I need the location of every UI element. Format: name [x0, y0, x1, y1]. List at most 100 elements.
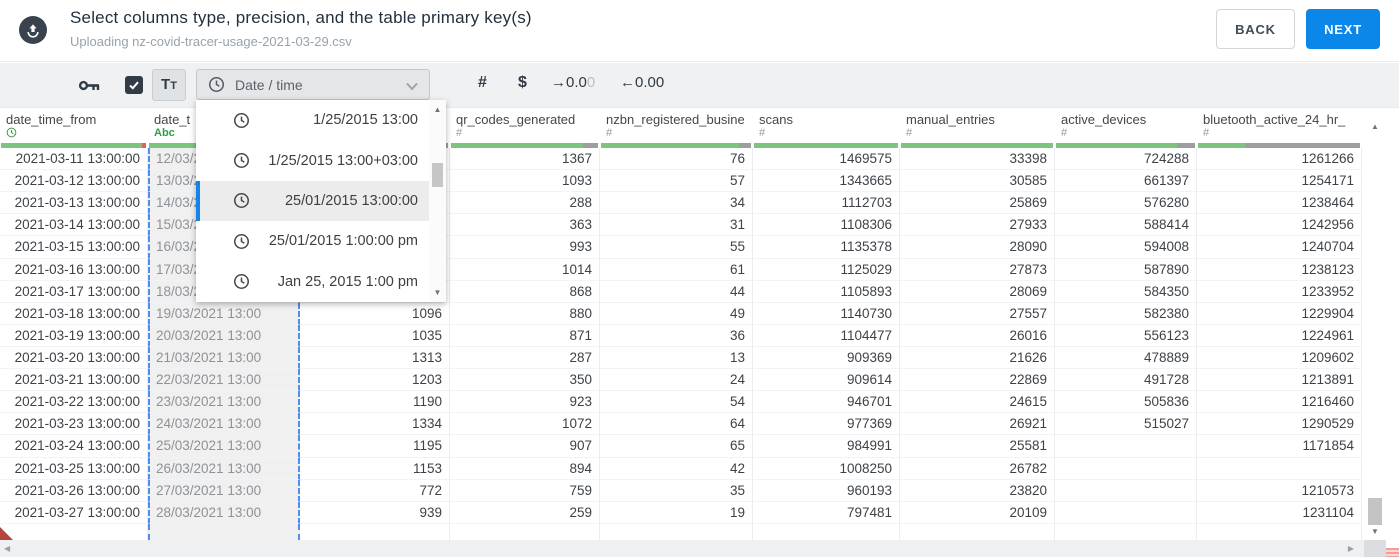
table-cell[interactable]: 2021-03-13 13:00:00	[0, 192, 148, 215]
decrease-decimal-button[interactable]: ←0.00	[620, 74, 664, 91]
column-header-date_time_from[interactable]: date_time_from	[0, 110, 148, 148]
table-cell[interactable]: 21/03/2021 13:00	[148, 346, 300, 370]
table-cell[interactable]: 797481	[753, 501, 900, 524]
scroll-down-icon[interactable]: ▼	[1364, 527, 1386, 536]
table-cell[interactable]: 2021-03-14 13:00:00	[0, 214, 148, 237]
table-cell[interactable]: 759	[450, 479, 600, 502]
table-cell[interactable]: 1290529	[1197, 413, 1362, 436]
table-cell[interactable]: 30585	[900, 170, 1055, 193]
table-cell[interactable]: 54	[600, 391, 753, 414]
table-cell[interactable]: 13	[600, 346, 753, 370]
table-cell[interactable]: 19	[600, 501, 753, 524]
scroll-right-icon[interactable]: ▶	[1348, 544, 1354, 553]
table-cell[interactable]: 64	[600, 413, 753, 436]
table-cell[interactable]: 1190	[300, 391, 450, 414]
table-cell[interactable]: 1203	[300, 369, 450, 392]
column-header-active_devices[interactable]: active_devices #	[1055, 110, 1197, 148]
integer-type-button[interactable]: #	[478, 74, 487, 92]
table-cell[interactable]: 350	[450, 369, 600, 392]
table-cell[interactable]: 26921	[900, 413, 1055, 436]
table-cell[interactable]: 26016	[900, 324, 1055, 347]
dropdown-scrollbar-thumb[interactable]	[432, 163, 443, 187]
scroll-left-icon[interactable]: ◀	[4, 544, 10, 553]
table-cell[interactable]: 960193	[753, 479, 900, 502]
next-button[interactable]: NEXT	[1306, 9, 1380, 49]
table-cell[interactable]: 20/03/2021 13:00	[148, 324, 300, 347]
table-cell[interactable]: 22/03/2021 13:00	[148, 369, 300, 392]
table-cell[interactable]: 23820	[900, 479, 1055, 502]
currency-type-button[interactable]: $	[518, 74, 527, 92]
table-cell[interactable]: 2021-03-15 13:00:00	[0, 236, 148, 259]
scroll-down-icon[interactable]: ▼	[429, 288, 446, 297]
table-cell[interactable]: 42	[600, 457, 753, 480]
table-cell[interactable]: 984991	[753, 435, 900, 458]
vertical-scrollbar-thumb[interactable]	[1368, 498, 1382, 525]
table-cell[interactable]: 1229904	[1197, 302, 1362, 325]
table-cell[interactable]: 61	[600, 258, 753, 281]
table-cell[interactable]: 44	[600, 280, 753, 303]
table-cell[interactable]: 894	[450, 457, 600, 480]
primary-key-icon[interactable]	[78, 77, 101, 99]
table-cell[interactable]: 1254171	[1197, 170, 1362, 193]
table-cell[interactable]: 907	[450, 435, 600, 458]
table-cell[interactable]: 28090	[900, 236, 1055, 259]
table-cell[interactable]: 2021-03-16 13:00:00	[0, 258, 148, 281]
table-cell[interactable]: 1125029	[753, 258, 900, 281]
table-cell[interactable]: 772	[300, 479, 450, 502]
column-header-nzbn_registered_busine[interactable]: nzbn_registered_busine #	[600, 110, 753, 148]
table-cell[interactable]: 491728	[1055, 369, 1197, 392]
table-cell[interactable]: 1171854	[1197, 435, 1362, 458]
table-cell[interactable]: 55	[600, 236, 753, 259]
table-cell[interactable]: 259	[450, 501, 600, 524]
table-cell[interactable]	[1055, 501, 1197, 524]
table-cell[interactable]: 1242956	[1197, 214, 1362, 237]
table-cell[interactable]: 1153	[300, 457, 450, 480]
table-cell[interactable]: 1112703	[753, 192, 900, 215]
table-cell[interactable]: 25/03/2021 13:00	[148, 435, 300, 458]
table-cell[interactable]: 1334	[300, 413, 450, 436]
table-cell[interactable]: 1093	[450, 170, 600, 193]
table-cell[interactable]: 35	[600, 479, 753, 502]
table-cell[interactable]: 1213891	[1197, 369, 1362, 392]
table-cell[interactable]: 977369	[753, 413, 900, 436]
table-cell[interactable]: 2021-03-19 13:00:00	[0, 324, 148, 347]
date-format-option[interactable]: 1/25/2015 13:00	[196, 100, 429, 140]
table-cell[interactable]: 1233952	[1197, 280, 1362, 303]
back-button[interactable]: BACK	[1216, 9, 1295, 49]
scroll-up-icon[interactable]: ▲	[429, 105, 446, 114]
table-cell[interactable]	[1055, 479, 1197, 502]
table-cell[interactable]: 24615	[900, 391, 1055, 414]
column-header-scans[interactable]: scans #	[753, 110, 900, 148]
table-cell[interactable]: 288	[450, 192, 600, 215]
table-cell[interactable]: 724288	[1055, 148, 1197, 171]
table-cell[interactable]: 594008	[1055, 236, 1197, 259]
table-cell[interactable]: 1469575	[753, 148, 900, 171]
table-cell[interactable]: 2021-03-22 13:00:00	[0, 391, 148, 414]
table-cell[interactable]: 1224961	[1197, 324, 1362, 347]
table-cell[interactable]: 21626	[900, 346, 1055, 370]
table-cell[interactable]: 478889	[1055, 346, 1197, 370]
table-cell[interactable]: 1210573	[1197, 479, 1362, 502]
table-cell[interactable]: 588414	[1055, 214, 1197, 237]
date-format-option[interactable]: 1/25/2015 13:00+03:00	[196, 140, 429, 180]
table-cell[interactable]: 287	[450, 346, 600, 370]
table-cell[interactable]: 993	[450, 236, 600, 259]
table-cell[interactable]: 1104477	[753, 324, 900, 347]
table-cell[interactable]: 33398	[900, 148, 1055, 171]
table-vertical-scrollbar[interactable]: ▲ ▼	[1364, 110, 1386, 540]
table-horizontal-scrollbar[interactable]: ◀ ▶	[0, 540, 1364, 557]
table-cell[interactable]: 1313	[300, 346, 450, 370]
table-cell[interactable]: 26/03/2021 13:00	[148, 457, 300, 480]
table-cell[interactable]	[1197, 457, 1362, 480]
table-cell[interactable]: 1238464	[1197, 192, 1362, 215]
table-cell[interactable]: 1096	[300, 302, 450, 325]
table-cell[interactable]: 25869	[900, 192, 1055, 215]
table-cell[interactable]: 2021-03-27 13:00:00	[0, 501, 148, 524]
table-cell[interactable]: 2021-03-26 13:00:00	[0, 479, 148, 502]
scroll-up-icon[interactable]: ▲	[1364, 122, 1386, 131]
table-cell[interactable]: 24	[600, 369, 753, 392]
table-cell[interactable]: 2021-03-24 13:00:00	[0, 435, 148, 458]
table-cell[interactable]: 1367	[450, 148, 600, 171]
table-cell[interactable]: 909369	[753, 346, 900, 370]
table-cell[interactable]: 1195	[300, 435, 450, 458]
